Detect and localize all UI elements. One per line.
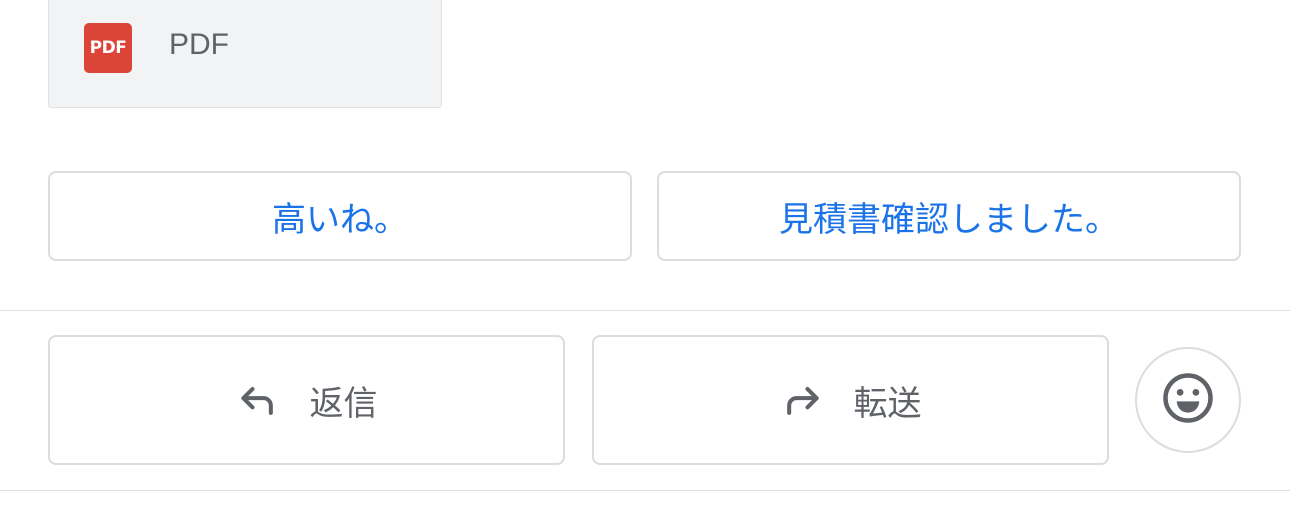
smart-reply-label: 見積書確認しました。	[779, 199, 1119, 240]
divider	[0, 490, 1290, 491]
reply-label: 返信	[309, 383, 378, 424]
forward-icon	[780, 378, 824, 422]
attachment-chip[interactable]: PDF PDF	[48, 0, 442, 108]
forward-button[interactable]: 転送	[592, 335, 1109, 465]
smart-reply-chip-2[interactable]: 見積書確認しました。	[657, 171, 1241, 261]
pdf-icon: PDF	[84, 23, 132, 73]
smart-reply-chip-1[interactable]: 高いね。	[48, 171, 632, 261]
reply-button[interactable]: 返信	[48, 335, 565, 465]
smart-reply-label: 高いね。	[272, 199, 408, 240]
reply-icon	[236, 378, 280, 422]
divider	[0, 310, 1290, 311]
emoji-reaction-button[interactable]	[1135, 347, 1241, 453]
smiley-icon	[1161, 371, 1215, 429]
forward-label: 転送	[853, 383, 922, 424]
attachment-name: PDF	[169, 28, 229, 61]
